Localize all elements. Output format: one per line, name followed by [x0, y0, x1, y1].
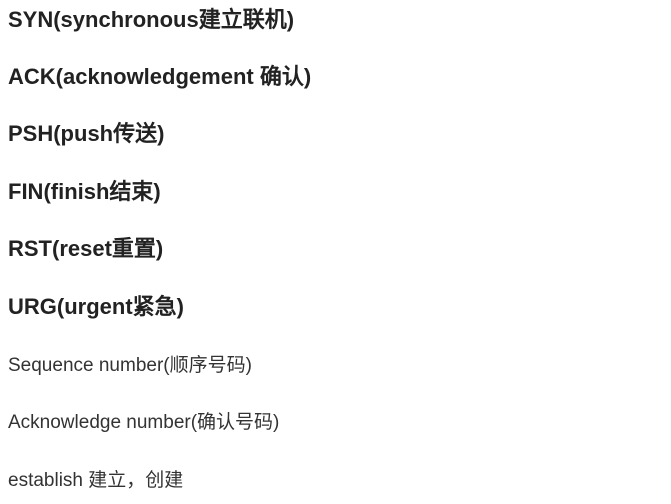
- heading-syn: SYN(synchronous建立联机): [8, 7, 295, 32]
- paragraph-establish: establish 建立，创建: [8, 470, 184, 491]
- heading-fin: FIN(finish结束): [8, 179, 161, 204]
- paragraph-acknowledge-number: Acknowledge number(确认号码): [8, 412, 280, 433]
- heading-ack: ACK(acknowledgement 确认): [8, 64, 312, 89]
- paragraph-sequence-number: Sequence number(顺序号码): [8, 355, 252, 376]
- heading-urg: URG(urgent紧急): [8, 294, 184, 319]
- document-body: SYN(synchronous建立联机) ACK(acknowledgement…: [0, 0, 671, 504]
- heading-psh: PSH(push传送): [8, 121, 165, 146]
- heading-rst: RST(reset重置): [8, 236, 164, 261]
